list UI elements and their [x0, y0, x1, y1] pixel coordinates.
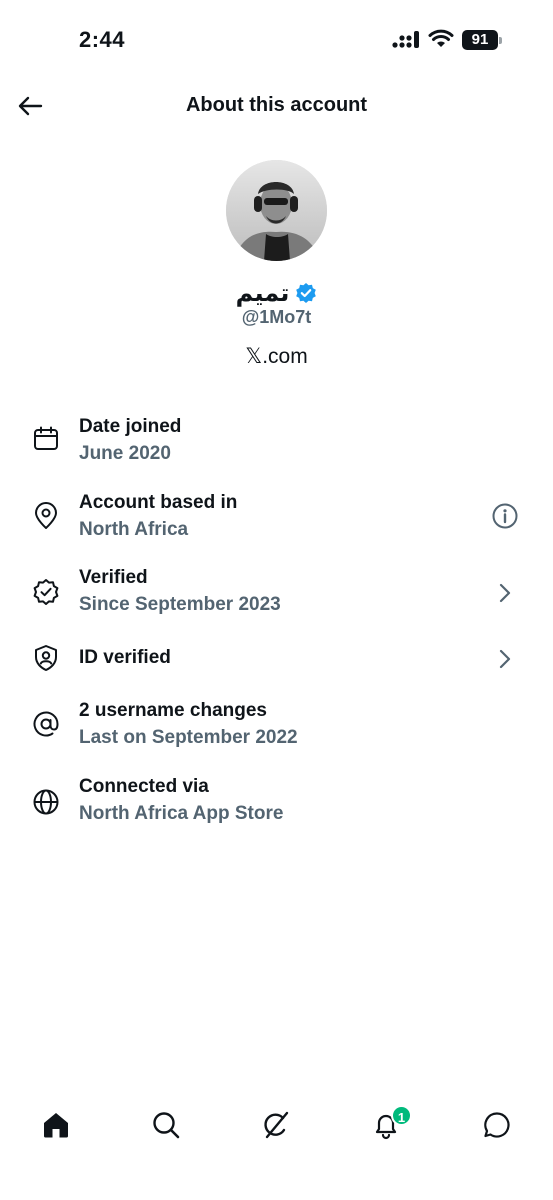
username-changes-title: 2 username changes [79, 700, 267, 721]
date-joined-title: Date joined [79, 416, 182, 437]
battery-level: 91 [462, 30, 498, 50]
grok-icon[interactable] [261, 1110, 291, 1140]
id-shield-icon [35, 645, 57, 671]
about-account-screen: 2:44 91 About this account تميم @1Mo7t 𝕏… [0, 0, 553, 1200]
search-icon[interactable] [151, 1110, 181, 1140]
connected-via-title: Connected via [79, 776, 209, 797]
verified-value: Since September 2023 [79, 594, 281, 615]
home-icon[interactable] [41, 1110, 71, 1140]
header: About this account [0, 80, 553, 132]
avatar[interactable] [226, 160, 327, 261]
verified-title: Verified [79, 567, 148, 588]
display-name: تميم [235, 279, 290, 307]
chevron-right-icon[interactable] [491, 645, 519, 673]
bottom-navigation [0, 1100, 553, 1156]
site-label: 𝕏.com [245, 345, 308, 368]
id-verified-title: ID verified [79, 647, 171, 668]
account-based-in-value: North Africa [79, 519, 189, 540]
info-row-id-verified[interactable]: ID verified [0, 630, 553, 686]
location-pin-icon [35, 502, 57, 529]
chevron-right-icon[interactable] [491, 579, 519, 607]
cellular-signal-icon [392, 31, 419, 48]
connected-via-value: North Africa App Store [79, 803, 284, 824]
at-sign-icon [33, 711, 59, 737]
username-changes-value: Last on September 2022 [79, 727, 298, 748]
verified-badge-icon [296, 283, 317, 303]
wifi-icon [428, 29, 454, 47]
display-name-row: تميم [0, 279, 553, 307]
notifications-count-badge: 1 [391, 1105, 412, 1126]
page-title: About this account [185, 94, 368, 116]
info-row-verified[interactable]: Verified Since September 2023 [0, 564, 553, 620]
info-icon[interactable] [491, 502, 519, 530]
verified-badge-outline-icon [33, 579, 59, 605]
status-time: 2:44 [79, 27, 126, 52]
globe-icon [33, 789, 59, 815]
battery-indicator: 91 [462, 30, 502, 50]
info-row-username-changes: 2 username changes Last on September 202… [0, 696, 553, 752]
avatar-image [226, 160, 327, 261]
date-joined-value: June 2020 [79, 443, 171, 464]
calendar-icon [34, 426, 58, 450]
username-handle: @1Mo7t [241, 307, 312, 327]
account-based-in-title: Account based in [79, 492, 238, 513]
status-bar: 2:44 91 [0, 0, 553, 80]
info-row-connected-via: Connected via North Africa App Store [0, 772, 553, 828]
info-row-account-based-in: Account based in North Africa [0, 488, 553, 544]
messages-icon[interactable] [482, 1110, 512, 1140]
battery-tip [499, 37, 502, 44]
info-row-date-joined: Date joined June 2020 [0, 411, 553, 467]
